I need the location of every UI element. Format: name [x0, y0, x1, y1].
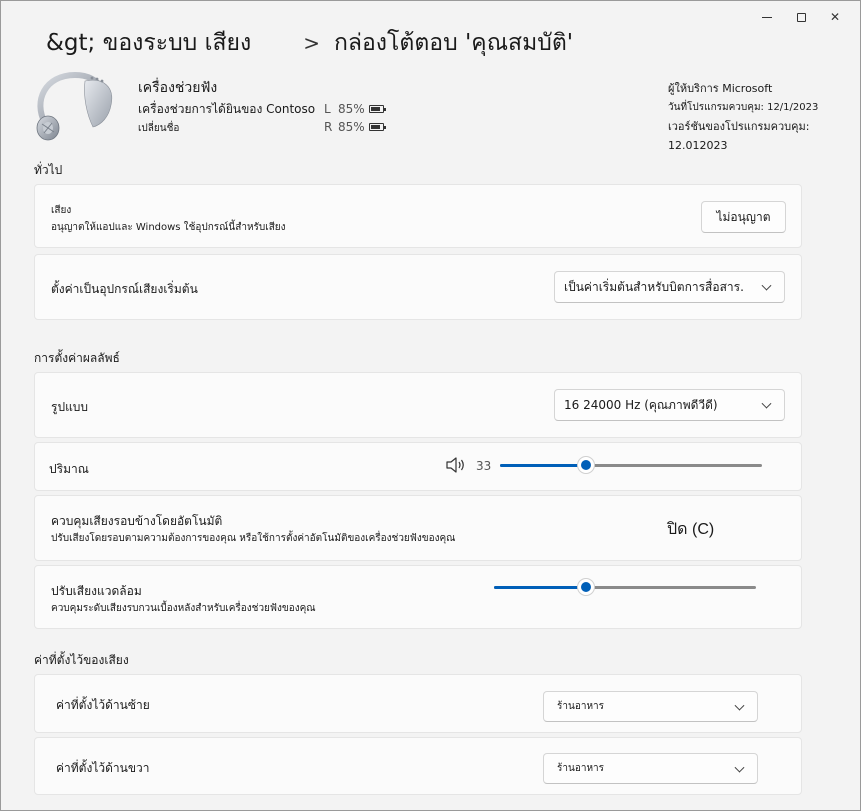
window-controls: ✕: [750, 7, 852, 27]
volume-card: ปริมาณ 33: [34, 442, 802, 491]
audio-card: เสียง อนุญาตให้แอปและ Windows ใช้อุปกรณ์…: [34, 184, 802, 248]
device-name: เครื่องช่วยฟัง: [138, 80, 218, 96]
audio-desc: อนุญาตให้แอปและ Windows ใช้อุปกรณ์นี้สำห…: [51, 222, 286, 233]
program-version: เวอร์ชันของโปรแกรมควบคุม: 12.012023: [668, 120, 810, 152]
close-icon[interactable]: ✕: [818, 7, 852, 27]
format-card: รูปแบบ 16 24000 Hz (คุณภาพดีวีดี): [34, 372, 802, 438]
ambient-adjust-title: ปรับเสียงแวดล้อม: [51, 584, 142, 598]
slider-thumb[interactable]: [577, 456, 596, 474]
dropdown-value: ร้านอาหาร: [557, 701, 605, 712]
dropdown-value: ร้านอาหาร: [557, 763, 605, 774]
battery-percent: 85%: [338, 120, 365, 134]
device-subtitle: เครื่องช่วยการได้ยินของ Contoso: [138, 102, 316, 116]
minimize-icon[interactable]: [750, 7, 784, 27]
breadcrumb: &gt; ของระบบ เสียง > กล่องโต้ตอบ 'คุณสมบ…: [46, 25, 573, 61]
format-dropdown[interactable]: 16 24000 Hz (คุณภาพดีวีดี): [554, 389, 785, 421]
chevron-down-icon: [734, 700, 745, 711]
page-title: กล่องโต้ตอบ 'คุณสมบัติ': [333, 30, 574, 56]
settings-window: ✕ &gt; ของระบบ เสียง > กล่องโต้ตอบ 'คุณส…: [0, 0, 861, 811]
format-title: รูปแบบ: [51, 400, 89, 414]
ambient-slider[interactable]: [494, 577, 756, 597]
ambient-control-card: ควบคุมเสียงรอบข้างโดยอัตโนมัติ ปรับเสียง…: [34, 495, 802, 561]
program-date: วันที่โปรแกรมควบคุม: 12/1/2023: [668, 102, 819, 113]
breadcrumb-parent[interactable]: &gt; ของระบบ เสียง: [46, 25, 251, 61]
battery-icon: [368, 105, 386, 113]
volume-value: 33: [476, 459, 492, 473]
battery-right: R 85%: [324, 120, 386, 134]
maximize-icon[interactable]: [784, 7, 818, 27]
battery-percent: 85%: [338, 102, 365, 116]
section-presets-title: ค่าที่ตั้งไว้ของเสียง: [34, 653, 129, 667]
chevron-down-icon: [734, 762, 745, 773]
vendor-provider: ผู้ให้บริการ Microsoft: [668, 82, 773, 95]
breadcrumb-separator: >: [303, 31, 320, 55]
hearing-aid-image: [36, 71, 113, 141]
battery-side-label: L: [324, 102, 331, 116]
rename-link[interactable]: เปลี่ยนชื่อ: [138, 121, 179, 136]
ambient-adjust-desc: ควบคุมระดับเสียงรบกวนเบื้องหลังสำหรับเคร…: [51, 603, 316, 614]
chevron-down-icon: [761, 280, 772, 291]
default-device-dropdown[interactable]: เป็นค่าเริ่มต้นสำหรับบิตการสื่อสาร.: [554, 271, 785, 303]
battery-icon: [368, 123, 386, 131]
ambient-adjust-card: ปรับเสียงแวดล้อม ควบคุมระดับเสียงรบกวนเบ…: [34, 565, 802, 629]
default-device-title: ตั้งค่าเป็นอุปกรณ์เสียงเริ่มต้น: [51, 282, 198, 296]
section-output-title: การตั้งค่าผลลัพธ์: [34, 351, 120, 365]
preset-right-title: ค่าที่ตั้งไว้ด้านขวา: [56, 761, 150, 775]
vendor-info: ผู้ให้บริการ Microsoft วันที่โปรแกรมควบค…: [668, 79, 860, 155]
dropdown-value: 16 24000 Hz (คุณภาพดีวีดี): [564, 397, 718, 412]
battery-side-label: R: [324, 120, 333, 134]
preset-left-card: ค่าที่ตั้งไว้ด้านซ้าย ร้านอาหาร: [34, 674, 802, 733]
preset-left-title: ค่าที่ตั้งไว้ด้านซ้าย: [56, 698, 150, 712]
ambient-control-state[interactable]: ปิด (C): [667, 517, 714, 542]
preset-left-dropdown[interactable]: ร้านอาหาร: [543, 691, 758, 722]
chevron-down-icon: [761, 398, 772, 409]
volume-slider[interactable]: [500, 455, 762, 475]
section-general-title: ทั่วไป: [34, 163, 63, 177]
battery-left: L 85%: [324, 102, 386, 116]
preset-right-card: ค่าที่ตั้งไว้ด้านขวา ร้านอาหาร: [34, 737, 802, 795]
ambient-control-desc: ปรับเสียงโดยรอบตามความต้องการของคุณ หรือ…: [51, 533, 456, 544]
disallow-button[interactable]: ไม่อนุญาต: [701, 201, 786, 233]
dropdown-value: เป็นค่าเริ่มต้นสำหรับบิตการสื่อสาร.: [564, 279, 744, 294]
slider-thumb[interactable]: [576, 578, 595, 596]
volume-title: ปริมาณ: [49, 462, 89, 476]
preset-right-dropdown[interactable]: ร้านอาหาร: [543, 753, 758, 784]
speaker-icon[interactable]: [444, 455, 468, 475]
ambient-control-title: ควบคุมเสียงรอบข้างโดยอัตโนมัติ: [51, 514, 223, 528]
default-device-card: ตั้งค่าเป็นอุปกรณ์เสียงเริ่มต้น เป็นค่าเ…: [34, 254, 802, 320]
audio-title: เสียง: [51, 205, 72, 216]
